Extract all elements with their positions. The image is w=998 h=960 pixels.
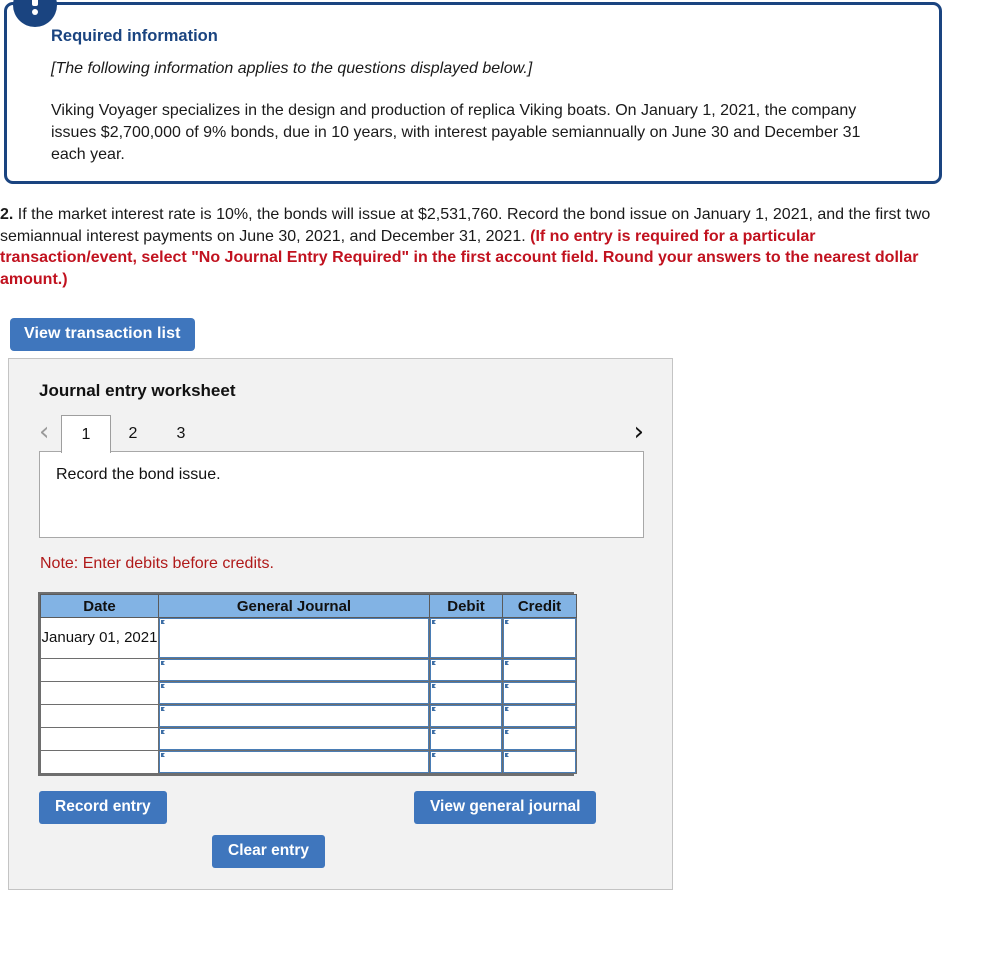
debit-input-2[interactable] [430,659,502,681]
journal-table-header-row: Date General Journal Debit Credit [40,594,577,618]
credit-input-4[interactable] [503,705,576,727]
debit-input-3[interactable] [430,682,502,704]
view-general-journal-button[interactable]: View general journal [414,791,597,824]
clear-entry-button[interactable]: Clear entry [212,835,325,868]
view-transaction-list-button[interactable]: View transaction list [10,318,195,351]
table-row [40,704,577,728]
cell-general-journal-5[interactable] [158,727,430,751]
account-input-3[interactable] [159,682,429,704]
cell-date-2 [40,658,159,682]
cell-general-journal-1[interactable] [158,617,430,659]
cell-date-5 [40,727,159,751]
worksheet-tab-strip: ‹ 1 2 3 › [39,415,644,453]
cell-credit-3[interactable] [502,681,577,705]
chevron-left-icon[interactable]: ‹ [39,417,49,447]
debit-input-4[interactable] [430,705,502,727]
journal-entry-worksheet-panel: Journal entry worksheet ‹ 1 2 3 › Record… [8,358,673,890]
cell-general-journal-4[interactable] [158,704,430,728]
table-row: January 01, 2021 [40,617,577,659]
account-input-2[interactable] [159,659,429,681]
entry-description-text: Record the bond issue. [56,466,221,483]
column-header-credit: Credit [502,594,577,618]
cell-debit-6[interactable] [429,750,503,774]
debit-input-1[interactable] [430,618,502,658]
table-row [40,750,577,774]
debit-input-5[interactable] [430,728,502,750]
column-header-date: Date [40,594,159,618]
account-input-1[interactable] [159,618,429,658]
required-information-box: Required information [The following info… [4,0,942,184]
required-information-content: Required information [The following info… [7,5,939,166]
cell-date-3 [40,681,159,705]
account-input-4[interactable] [159,705,429,727]
cell-credit-2[interactable] [502,658,577,682]
cell-debit-4[interactable] [429,704,503,728]
required-information-title: Required information [51,27,218,45]
worksheet-tab-2[interactable]: 2 [115,415,151,453]
cell-date-4 [40,704,159,728]
cell-credit-5[interactable] [502,727,577,751]
cell-debit-3[interactable] [429,681,503,705]
question-statement: 2. If the market interest rate is 10%, t… [0,204,952,290]
credit-input-5[interactable] [503,728,576,750]
cell-general-journal-6[interactable] [158,750,430,774]
credit-input-3[interactable] [503,682,576,704]
cell-general-journal-3[interactable] [158,681,430,705]
cell-debit-1[interactable] [429,617,503,659]
journal-entry-table: Date General Journal Debit Credit Januar… [40,594,577,774]
worksheet-title: Journal entry worksheet [39,381,236,400]
record-entry-button[interactable]: Record entry [39,791,167,824]
chevron-right-icon[interactable]: › [634,417,644,447]
cell-credit-6[interactable] [502,750,577,774]
table-row [40,681,577,705]
column-header-general-journal: General Journal [158,594,430,618]
account-input-6[interactable] [159,751,429,773]
credit-input-1[interactable] [503,618,576,658]
journal-table-container: Date General Journal Debit Credit Januar… [38,592,577,776]
worksheet-tab-3[interactable]: 3 [163,415,199,453]
debits-before-credits-note: Note: Enter debits before credits. [40,555,274,572]
cell-credit-1[interactable] [502,617,577,659]
credit-input-2[interactable] [503,659,576,681]
worksheet-tab-1[interactable]: 1 [61,415,111,453]
column-header-debit: Debit [429,594,503,618]
debit-input-6[interactable] [430,751,502,773]
cell-date-1: January 01, 2021 [40,617,159,659]
entry-description-box: Record the bond issue. [39,451,644,538]
exclamation-stroke [32,0,38,6]
table-row [40,658,577,682]
cell-general-journal-2[interactable] [158,658,430,682]
required-information-applies-note: [The following information applies to th… [51,60,533,77]
table-row [40,727,577,751]
exclamation-dot [32,9,38,15]
account-input-5[interactable] [159,728,429,750]
cell-date-6 [40,750,159,774]
cell-debit-2[interactable] [429,658,503,682]
credit-input-6[interactable] [503,751,576,773]
required-information-body: Viking Voyager specializes in the design… [51,102,861,164]
cell-debit-5[interactable] [429,727,503,751]
cell-credit-4[interactable] [502,704,577,728]
question-number: 2. [0,206,14,223]
